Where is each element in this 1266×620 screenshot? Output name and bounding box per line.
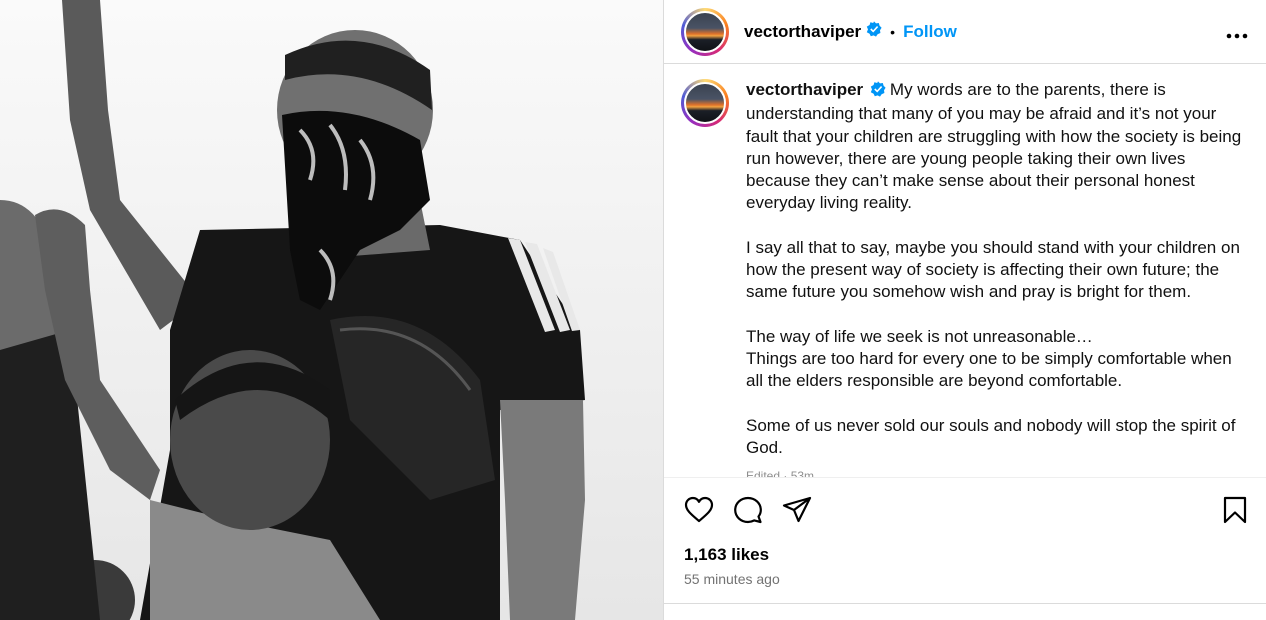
caption-paragraph-4: Some of us never sold our souls and nobo… (746, 415, 1236, 457)
comment-icon[interactable] (733, 495, 763, 525)
caption-avatar[interactable] (681, 79, 729, 127)
post-timestamp[interactable]: 55 minutes ago (684, 571, 780, 587)
caption-text: vectorthaviper My words are to the paren… (746, 79, 1248, 477)
post-photo[interactable] (0, 0, 663, 620)
follow-button[interactable]: Follow (903, 22, 957, 42)
post-panel: vectorthaviper • Follow vectorthaviper M… (663, 0, 1266, 620)
post-image (0, 0, 663, 620)
username-link[interactable]: vectorthaviper (744, 22, 861, 42)
edited-label: Edited · 53m (746, 469, 815, 477)
caption-paragraph-3: The way of life we seek is not unreasona… (746, 326, 1232, 391)
bookmark-icon[interactable] (1220, 495, 1250, 525)
separator-dot: • (890, 23, 896, 40)
caption-paragraph-1: vectorthaviper My words are to the paren… (746, 80, 1242, 213)
post-header: vectorthaviper • Follow (664, 0, 1266, 64)
verified-badge-icon (870, 81, 886, 103)
divider (664, 603, 1266, 604)
more-options-icon[interactable] (1226, 21, 1248, 43)
action-bar (664, 477, 1266, 541)
caption-area: vectorthaviper My words are to the paren… (664, 65, 1266, 477)
heart-icon[interactable] (684, 495, 714, 525)
avatar[interactable] (681, 7, 729, 56)
likes-count[interactable]: 1,163 likes (684, 545, 769, 565)
verified-badge-icon (866, 21, 882, 42)
caption-paragraph-2: I say all that to say, maybe you should … (746, 237, 1240, 302)
caption-username[interactable]: vectorthaviper (746, 80, 863, 99)
share-icon[interactable] (782, 495, 812, 525)
